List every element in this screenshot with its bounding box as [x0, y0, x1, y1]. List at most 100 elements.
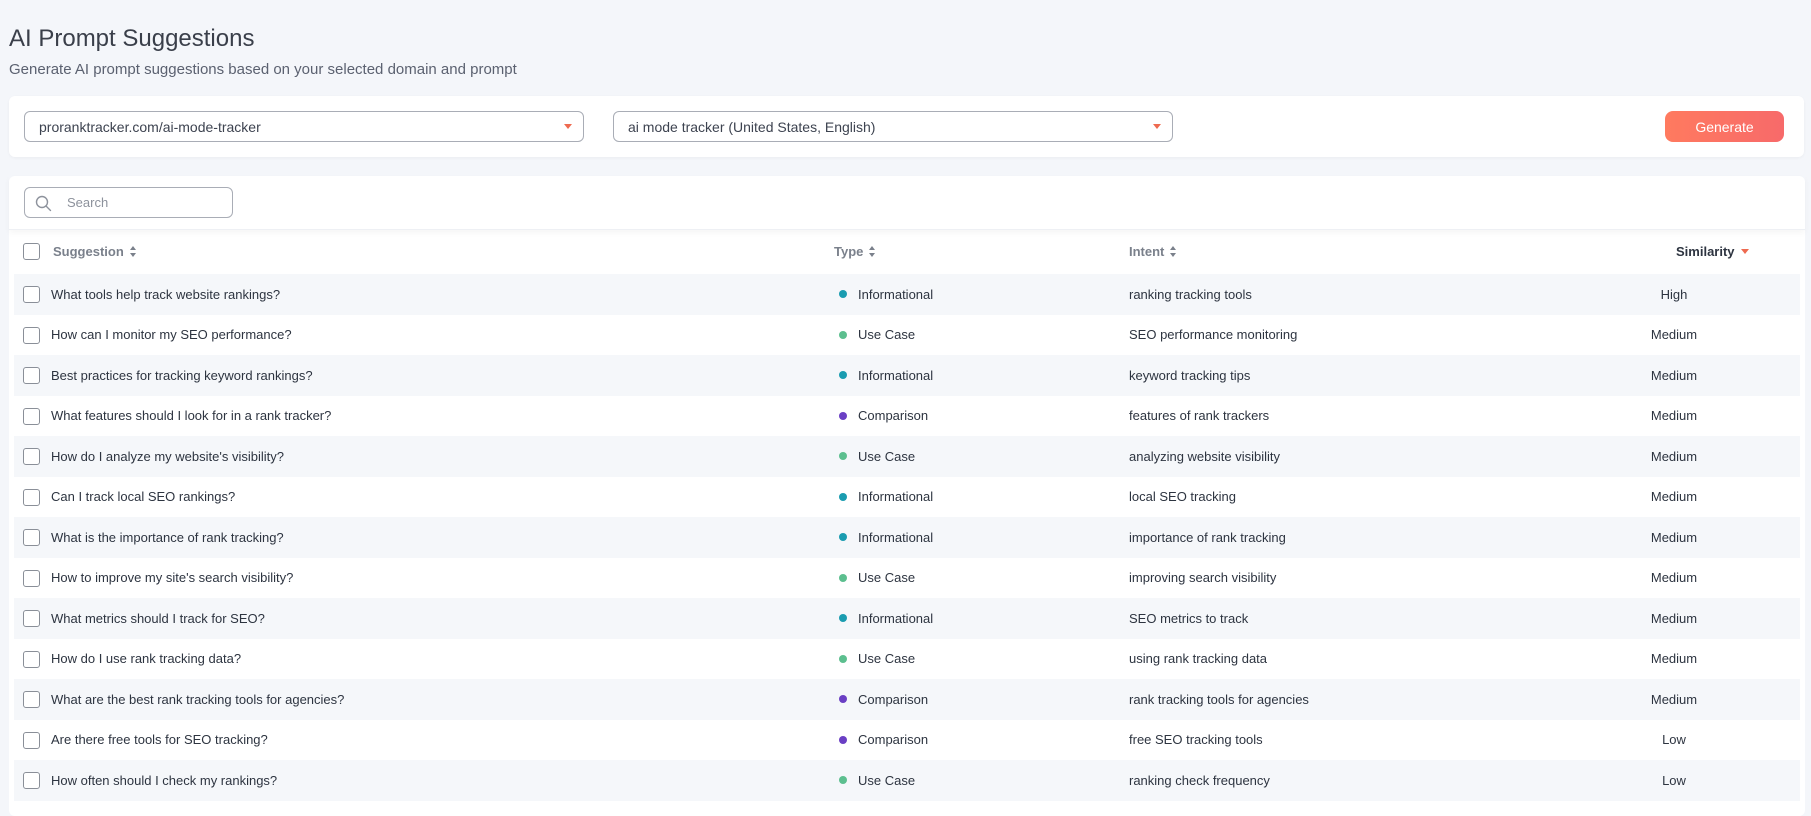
- prompt-select[interactable]: ai mode tracker (United States, English): [613, 111, 1173, 142]
- column-header-type[interactable]: Type: [834, 244, 876, 259]
- page-subtitle: Generate AI prompt suggestions based on …: [9, 61, 517, 78]
- table-row[interactable]: What are the best rank tracking tools fo…: [14, 679, 1800, 720]
- similarity-cell: Medium: [1650, 610, 1698, 626]
- type-label: Use Case: [858, 327, 916, 343]
- row-checkbox[interactable]: [23, 650, 40, 668]
- generate-button[interactable]: Generate: [1665, 111, 1784, 142]
- suggestion-cell: How to improve my site's search visibili…: [51, 570, 294, 586]
- table-row[interactable]: How to improve my site's search visibili…: [14, 558, 1800, 599]
- type-cell: Informational: [839, 355, 933, 396]
- type-cell: Informational: [839, 274, 933, 315]
- page-title: AI Prompt Suggestions: [9, 25, 255, 52]
- table-header: Suggestion Type Intent Similarity: [9, 230, 1805, 274]
- table-row[interactable]: Best practices for tracking keyword rank…: [14, 355, 1800, 396]
- search-field[interactable]: [24, 187, 233, 218]
- similarity-cell: Low: [1662, 732, 1686, 748]
- row-checkbox[interactable]: [23, 772, 40, 789]
- page-header: AI Prompt Suggestions Generate AI prompt…: [9, 24, 517, 80]
- table-row[interactable]: What metrics should I track for SEO? Inf…: [14, 598, 1800, 639]
- type-dot-icon: [839, 330, 847, 339]
- type-dot-icon: [839, 654, 847, 663]
- type-cell: Comparison: [839, 679, 928, 720]
- type-cell: Comparison: [839, 396, 928, 437]
- type-label: Use Case: [858, 448, 916, 464]
- intent-cell: ranking tracking tools: [1129, 286, 1252, 302]
- type-cell: Use Case: [839, 558, 915, 599]
- type-dot-icon: [839, 573, 847, 582]
- suggestion-cell: How do I use rank tracking data?: [51, 651, 242, 667]
- type-label: Use Case: [858, 772, 916, 788]
- controls-card: proranktracker.com/ai-mode-tracker ai mo…: [9, 96, 1804, 157]
- column-header-intent[interactable]: Intent: [1129, 244, 1177, 259]
- row-checkbox[interactable]: [23, 610, 40, 627]
- type-dot-icon: [839, 492, 847, 501]
- column-label: Type: [834, 244, 864, 259]
- row-checkbox[interactable]: [23, 691, 40, 708]
- sort-icon: [129, 246, 137, 257]
- type-dot-icon: [839, 411, 847, 420]
- type-label: Informational: [858, 610, 934, 626]
- type-dot-icon: [839, 776, 847, 785]
- suggestion-cell: How can I monitor my SEO performance?: [51, 327, 292, 343]
- type-dot-icon: [839, 695, 847, 704]
- table-row[interactable]: What is the importance of rank tracking?…: [14, 517, 1800, 558]
- type-dot-icon: [839, 533, 847, 542]
- row-checkbox[interactable]: [23, 731, 40, 749]
- table-row[interactable]: What tools help track website rankings? …: [14, 274, 1800, 315]
- suggestion-cell: Best practices for tracking keyword rank…: [51, 367, 313, 383]
- similarity-cell: Medium: [1650, 570, 1698, 586]
- column-header-similarity[interactable]: Similarity: [1676, 244, 1749, 259]
- row-checkbox[interactable]: [23, 367, 40, 384]
- column-label: Intent: [1129, 244, 1165, 259]
- type-label: Use Case: [858, 651, 916, 667]
- domain-select[interactable]: proranktracker.com/ai-mode-tracker: [24, 111, 584, 142]
- type-label: Informational: [858, 286, 934, 302]
- type-dot-icon: [839, 614, 847, 623]
- table-row[interactable]: How do I use rank tracking data? Use Cas…: [14, 639, 1800, 680]
- type-label: Comparison: [858, 732, 929, 748]
- similarity-cell: High: [1660, 286, 1688, 302]
- search-icon: [35, 195, 52, 212]
- intent-cell: keyword tracking tips: [1129, 367, 1251, 383]
- row-checkbox[interactable]: [23, 407, 40, 425]
- search-input[interactable]: [65, 188, 225, 217]
- type-dot-icon: [839, 452, 847, 461]
- intent-cell: SEO metrics to track: [1129, 610, 1249, 626]
- table-row[interactable]: How often should I check my rankings? Us…: [14, 760, 1800, 801]
- chevron-down-icon: [564, 124, 572, 129]
- type-cell: Informational: [839, 477, 933, 518]
- sort-icon: [1170, 246, 1177, 257]
- table-row[interactable]: Can I track local SEO rankings? Informat…: [14, 477, 1800, 518]
- type-cell: Use Case: [839, 639, 915, 680]
- select-all-checkbox[interactable]: [23, 243, 40, 260]
- prompt-select-value: ai mode tracker (United States, English): [628, 118, 876, 135]
- similarity-cell: Medium: [1650, 408, 1698, 424]
- suggestion-cell: What is the importance of rank tracking?: [51, 529, 284, 545]
- type-label: Comparison: [858, 408, 929, 424]
- suggestions-table: Suggestion Type Intent Similarity What t…: [9, 176, 1805, 816]
- row-checkbox[interactable]: [23, 569, 40, 587]
- table-row[interactable]: Are there free tools for SEO tracking? C…: [14, 720, 1800, 761]
- type-label: Informational: [858, 529, 934, 545]
- suggestion-cell: Are there free tools for SEO tracking?: [51, 732, 268, 748]
- row-checkbox[interactable]: [23, 529, 40, 546]
- similarity-cell: Medium: [1650, 489, 1698, 505]
- row-checkbox[interactable]: [23, 488, 40, 506]
- similarity-cell: Medium: [1650, 691, 1698, 707]
- table-row[interactable]: How can I monitor my SEO performance? Us…: [14, 315, 1800, 356]
- intent-cell: free SEO tracking tools: [1129, 732, 1263, 748]
- type-cell: Informational: [839, 517, 933, 558]
- similarity-cell: Medium: [1650, 448, 1698, 464]
- intent-cell: ranking check frequency: [1129, 772, 1270, 788]
- row-checkbox[interactable]: [23, 448, 40, 465]
- chevron-down-icon: [1153, 124, 1161, 129]
- table-row[interactable]: How do I analyze my website's visibility…: [14, 436, 1800, 477]
- intent-cell: rank tracking tools for agencies: [1129, 691, 1309, 707]
- row-checkbox[interactable]: [23, 326, 40, 344]
- row-checkbox[interactable]: [23, 286, 40, 303]
- similarity-cell: Medium: [1650, 529, 1698, 545]
- intent-cell: local SEO tracking: [1129, 489, 1236, 505]
- table-row[interactable]: What features should I look for in a ran…: [14, 396, 1800, 437]
- column-header-suggestion[interactable]: Suggestion: [53, 244, 137, 259]
- suggestion-cell: What tools help track website rankings?: [51, 286, 281, 302]
